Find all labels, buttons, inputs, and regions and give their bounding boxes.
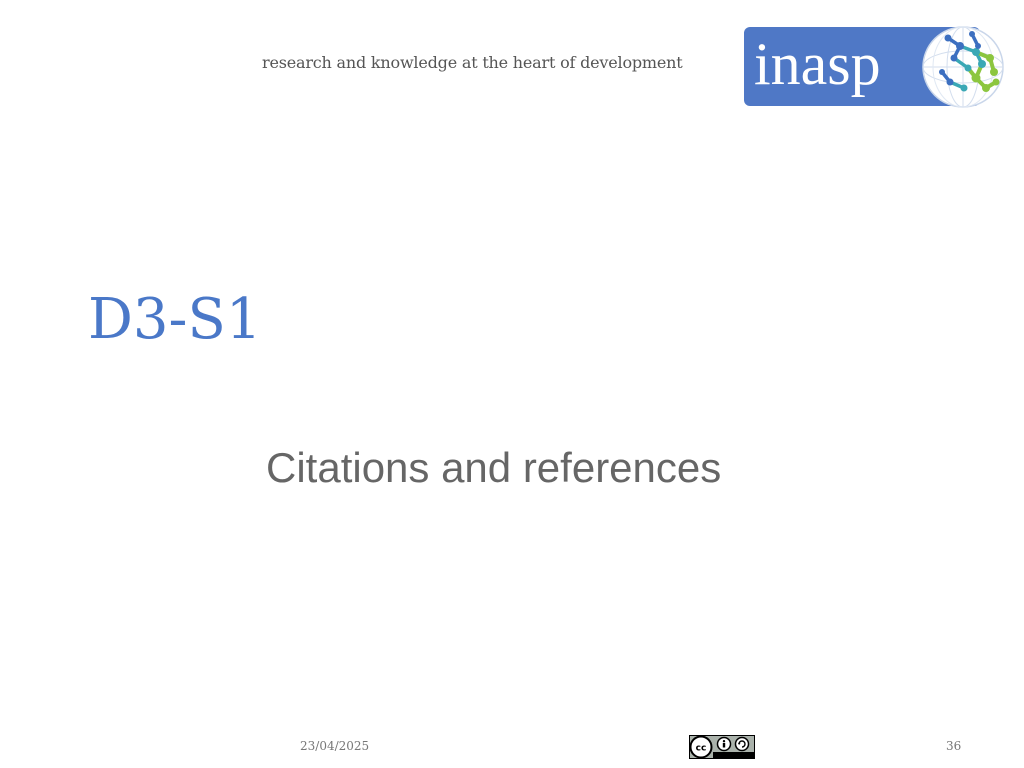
slide-subtitle: Citations and references <box>266 444 722 491</box>
inasp-logo: inasp <box>744 24 1012 108</box>
cc-by-sa-icon: cc <box>689 735 755 759</box>
globe-network-icon <box>922 26 1004 108</box>
footer-date: 23/04/2025 <box>300 739 370 753</box>
page-number: 36 <box>946 739 962 753</box>
slide-title: D3-S1 <box>88 287 262 352</box>
header-tagline: research and knowledge at the heart of d… <box>262 53 683 72</box>
logo-text: inasp <box>754 31 881 97</box>
slide: research and knowledge at the heart of d… <box>0 0 1024 768</box>
svg-text:cc: cc <box>696 744 707 754</box>
